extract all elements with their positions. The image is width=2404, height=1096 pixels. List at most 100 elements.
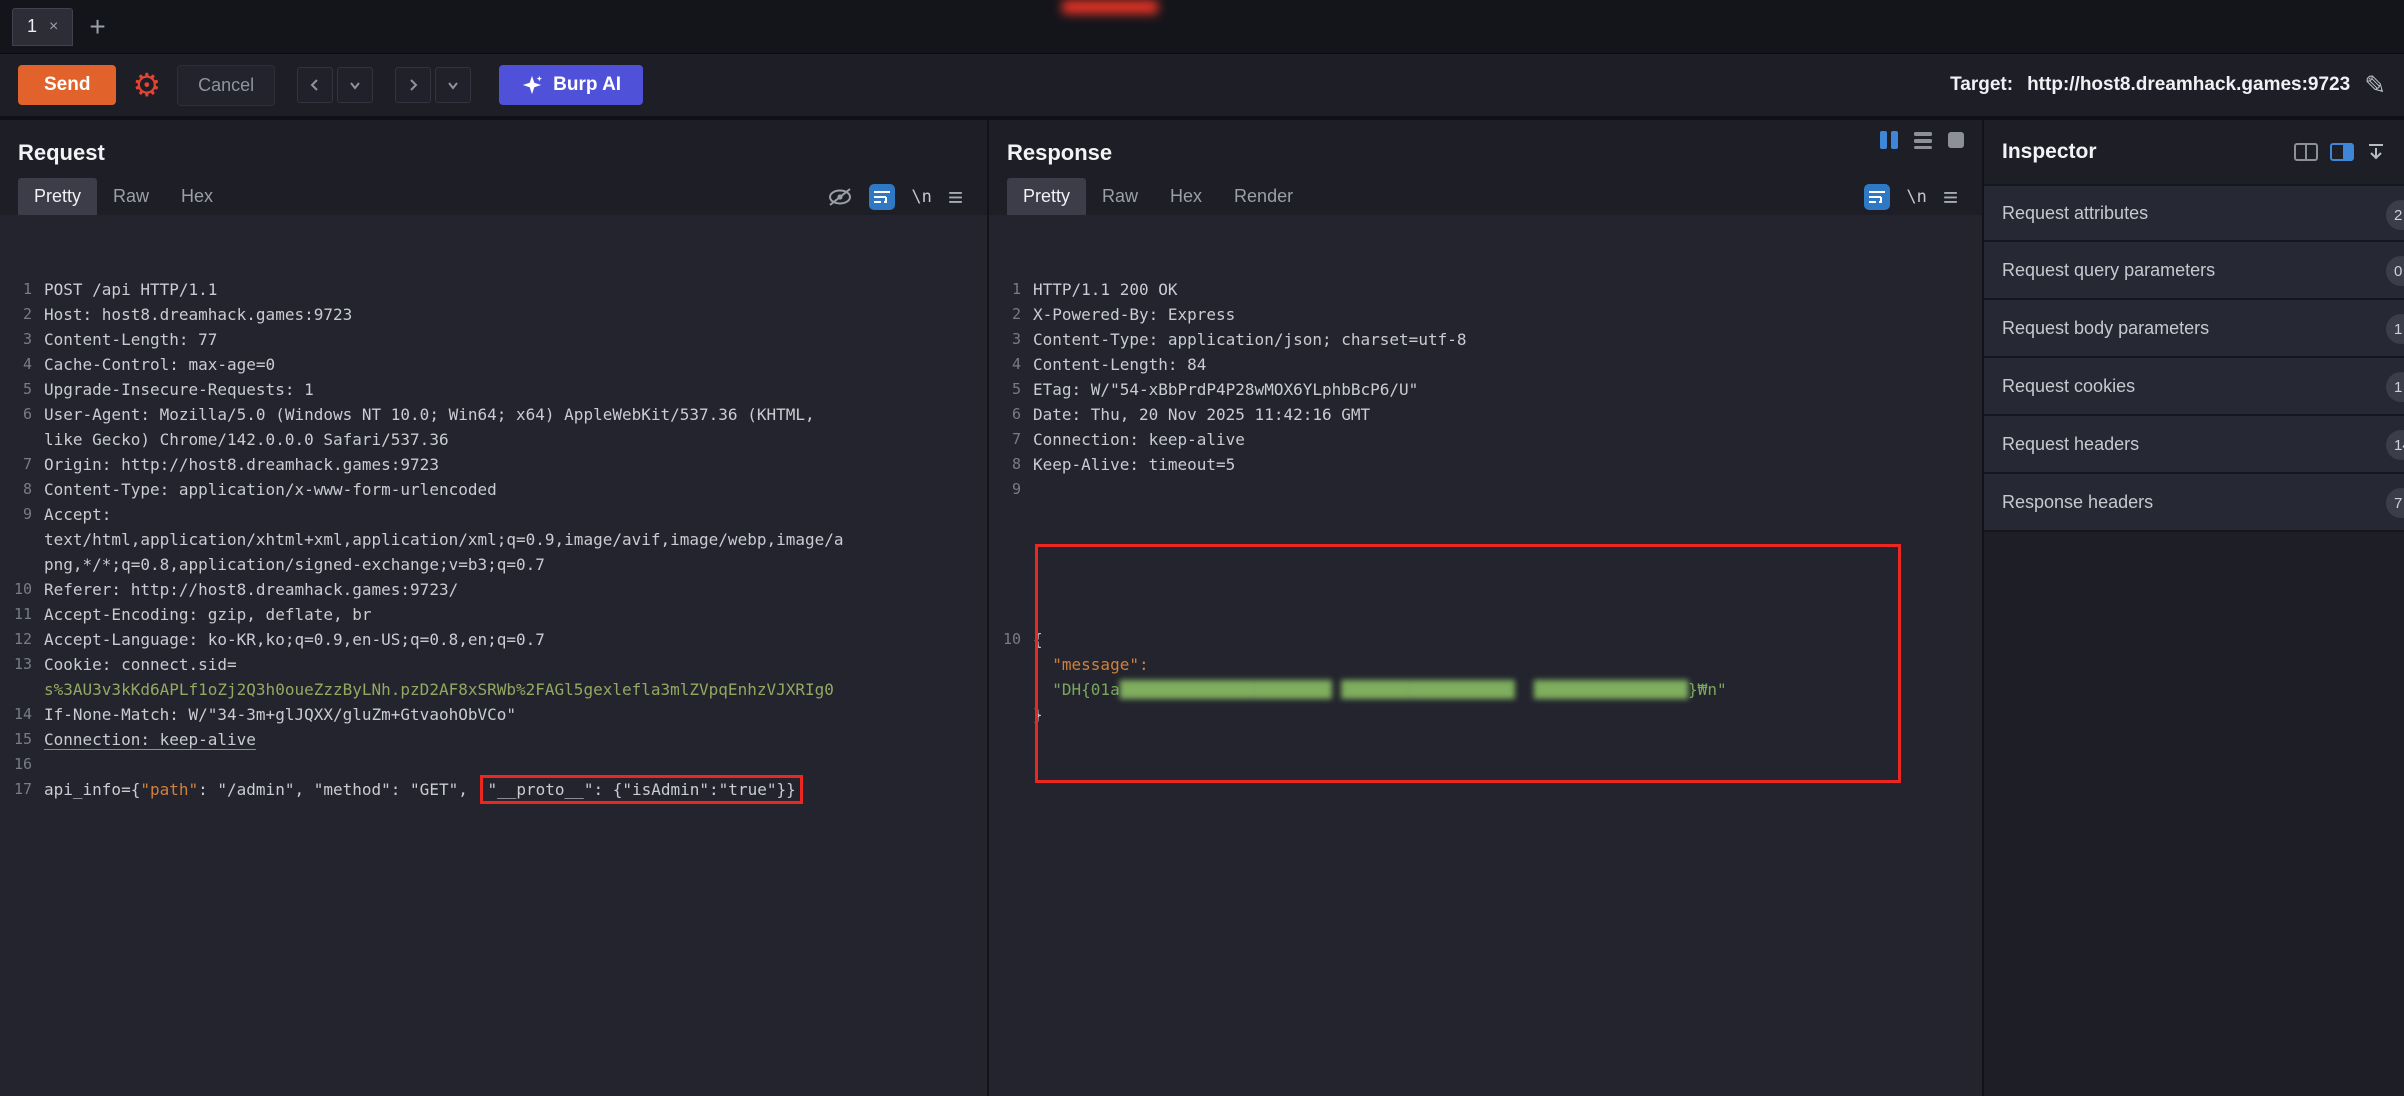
redacted-region <box>1062 0 1158 14</box>
editor-menu-icon[interactable]: ≡ <box>948 187 963 207</box>
add-tab-button[interactable]: + <box>89 13 105 41</box>
single-view-layout-icon[interactable] <box>1946 130 1966 150</box>
request-editor[interactable]: 1POST /api HTTP/1.12Host: host8.dreamhac… <box>0 215 987 1096</box>
chevron-down-icon <box>446 78 460 92</box>
editor-line: 5Upgrade-Insecure-Requests: 1 <box>0 377 987 402</box>
request-tab-group: PrettyRawHex <box>18 178 229 215</box>
count-badge: 14 <box>2386 430 2404 460</box>
inspector-row-request-query-parameters[interactable]: Request query parameters0 <box>1984 242 2404 300</box>
close-tab-icon[interactable]: × <box>49 18 58 36</box>
editor-tab-raw[interactable]: Raw <box>1086 178 1154 215</box>
response-editor[interactable]: 1HTTP/1.1 200 OK2X-Powered-By: Express3C… <box>989 215 1982 1096</box>
word-wrap-icon[interactable] <box>869 184 895 210</box>
chevron-left-icon <box>308 78 322 92</box>
response-panel: Response PrettyRawHexRender \n ≡ 1HTT <box>989 120 1984 1096</box>
hide-eye-slash-icon[interactable] <box>827 187 853 207</box>
split-view-icon[interactable] <box>2294 143 2318 161</box>
editor-line: 4Cache-Control: max-age=0 <box>0 352 987 377</box>
editor-tab-hex[interactable]: Hex <box>1154 178 1218 215</box>
chevron-down-icon <box>348 78 362 92</box>
show-newlines-icon[interactable]: \n <box>1906 187 1926 207</box>
editor-tab-pretty[interactable]: Pretty <box>1007 178 1086 215</box>
request-panel: Request PrettyRawHex <box>0 120 989 1096</box>
editor-line: 9 <box>989 477 1982 502</box>
editor-line: 17api_info={"path": "/admin", "method": … <box>0 777 987 802</box>
inspector-row-response-headers[interactable]: Response headers 7 <box>1984 474 2404 532</box>
forward-button[interactable] <box>395 67 431 103</box>
editor-line: 10{ <box>989 627 1982 652</box>
word-wrap-icon[interactable] <box>1864 184 1890 210</box>
inspector-header-icons <box>2294 142 2386 162</box>
settings-gear-icon[interactable]: ⚙ <box>132 69 161 101</box>
forward-nav-group <box>395 67 471 103</box>
cancel-button[interactable]: Cancel <box>177 65 275 106</box>
repeater-tab-bar: 1 × + <box>0 0 2404 54</box>
editor-line: like Gecko) Chrome/142.0.0.0 Safari/537.… <box>0 427 987 452</box>
docked-view-icon[interactable] <box>2330 143 2354 161</box>
editor-line: 3Content-Length: 77 <box>0 327 987 352</box>
editor-line: s%3AU3v3kKd6APLf1oZj2Q3h0oueZzzByLNh.pzD… <box>0 677 987 702</box>
burp-ai-button[interactable]: Burp AI <box>499 65 643 105</box>
edit-target-pencil-icon[interactable]: ✎ <box>2364 70 2386 101</box>
editor-line: 7Connection: keep-alive <box>989 427 1982 452</box>
collapse-inspector-icon[interactable] <box>2366 142 2386 162</box>
inspector-rows: Request attributes 2 Request query paramet… <box>1984 184 2404 532</box>
inspector-row-label: Response headers <box>2002 492 2153 513</box>
response-json-body: 10{ "message": "DH{01a██████████████████… <box>989 552 1982 777</box>
editor-line: 2X-Powered-By: Express <box>989 302 1982 327</box>
target-area: Target: http://host8.dreamhack.games:972… <box>1950 70 2386 101</box>
send-button[interactable]: Send <box>18 65 116 105</box>
editor-menu-icon[interactable]: ≡ <box>1943 187 1958 207</box>
editor-line: text/html,application/xhtml+xml,applicat… <box>0 527 987 552</box>
count-badge: 0 <box>2386 256 2404 286</box>
main-content: Request PrettyRawHex <box>0 120 2404 1096</box>
count-badge: 1 <box>2386 314 2404 344</box>
inspector-row-label: Request cookies <box>2002 376 2135 397</box>
editor-line: "DH{01a██████████████████████ ██████████… <box>989 677 1982 702</box>
inspector-row-label: Request body parameters <box>2002 318 2209 339</box>
editor-line: 16 <box>0 752 987 777</box>
show-newlines-icon[interactable]: \n <box>911 187 931 207</box>
editor-line: 9Accept: <box>0 502 987 527</box>
back-button[interactable] <box>297 67 333 103</box>
editor-tab-render[interactable]: Render <box>1218 178 1309 215</box>
chevron-right-icon <box>406 78 420 92</box>
stacked-layout-icon[interactable] <box>1912 130 1934 150</box>
back-dropdown-button[interactable] <box>337 67 373 103</box>
response-tab-group: PrettyRawHexRender <box>1007 178 1309 215</box>
editor-line: 6User-Agent: Mozilla/5.0 (Windows NT 10.… <box>0 402 987 427</box>
editor-tab-pretty[interactable]: Pretty <box>18 178 97 215</box>
layout-view-icons <box>1878 130 1966 150</box>
inspector-row-request-attributes[interactable]: Request attributes 2 <box>1984 184 2404 242</box>
editor-tab-raw[interactable]: Raw <box>97 178 165 215</box>
target-url: http://host8.dreamhack.games:9723 <box>2027 74 2350 96</box>
editor-line: 1HTTP/1.1 200 OK <box>989 277 1982 302</box>
sparkle-icon <box>521 74 543 96</box>
request-lines: 1POST /api HTTP/1.12Host: host8.dreamhac… <box>0 277 987 802</box>
editor-tab-hex[interactable]: Hex <box>165 178 229 215</box>
inspector-row-request-body-parameters[interactable]: Request body parameters 1 <box>1984 300 2404 358</box>
repeater-tab-1[interactable]: 1 × <box>12 8 73 46</box>
inspector-row-request-cookies[interactable]: Request cookies1 <box>1984 358 2404 416</box>
editor-line: 5ETag: W/"54-xBbPrdP4P28wMOX6YLphbBcP6/U… <box>989 377 1982 402</box>
editor-line: } <box>989 702 1982 727</box>
request-header: Request PrettyRawHex <box>0 120 987 215</box>
inspector-title: Inspector <box>2002 140 2097 164</box>
editor-line: 15Connection: keep-alive <box>0 727 987 752</box>
count-badge: 2 <box>2386 200 2404 230</box>
editor-line: 8Keep-Alive: timeout=5 <box>989 452 1982 477</box>
history-nav-group <box>297 67 373 103</box>
response-editor-icons: \n ≡ <box>1864 184 1964 210</box>
request-title: Request <box>18 140 969 166</box>
editor-line: 1POST /api HTTP/1.1 <box>0 277 987 302</box>
forward-dropdown-button[interactable] <box>435 67 471 103</box>
count-badge: 7 <box>2386 488 2404 518</box>
editor-line: 4Content-Length: 84 <box>989 352 1982 377</box>
inspector-row-request-headers[interactable]: Request headers14 <box>1984 416 2404 474</box>
inspector-row-label: Request attributes <box>2002 203 2148 224</box>
editor-line: png,*/*;q=0.8,application/signed-exchang… <box>0 552 987 577</box>
editor-line: 13Cookie: connect.sid= <box>0 652 987 677</box>
side-by-side-layout-icon[interactable] <box>1878 130 1900 150</box>
editor-line: 3Content-Type: application/json; charset… <box>989 327 1982 352</box>
response-lines: 1HTTP/1.1 200 OK2X-Powered-By: Express3C… <box>989 277 1982 502</box>
